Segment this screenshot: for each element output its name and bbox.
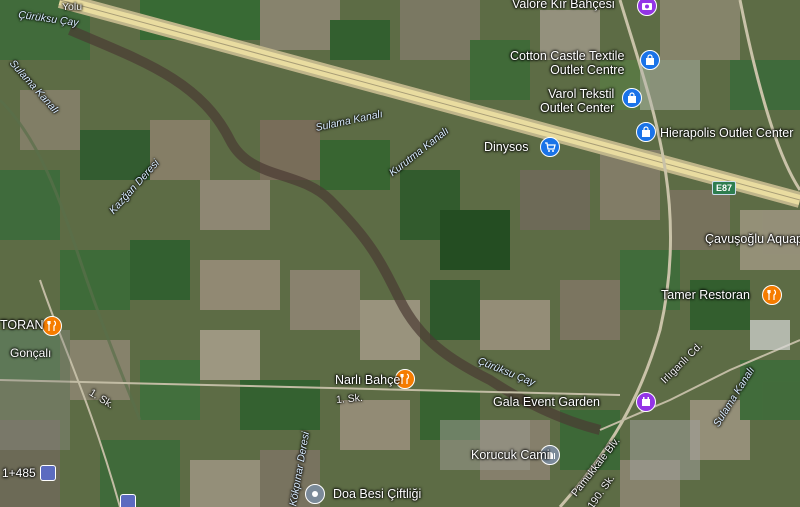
hierapolis-shopping-bag-icon[interactable] (636, 122, 656, 142)
varol-poi-label[interactable]: Varol Tekstil Outlet Center (540, 87, 614, 115)
cavusoglu-poi-label[interactable]: Çavuşoğlu Aquapark (705, 232, 800, 246)
gala-poi-label[interactable]: Gala Event Garden (493, 395, 600, 409)
dinysos-shopping-cart-icon[interactable] (540, 137, 560, 157)
toran-restaurant-icon[interactable] (42, 316, 62, 336)
transit-stop-icon[interactable] (40, 465, 56, 481)
tamer-poi-label[interactable]: Tamer Restoran (661, 288, 750, 302)
valore-poi-label[interactable]: Valore Kır Bahçesi (512, 0, 615, 11)
km-marker-label: 1+485 (2, 466, 36, 480)
satellite-imagery (0, 0, 800, 507)
gala-event-icon[interactable] (636, 392, 656, 412)
cotton-shopping-bag-icon[interactable] (640, 50, 660, 70)
doa-place-icon[interactable] (305, 484, 325, 504)
tamer-restaurant-icon[interactable] (762, 285, 782, 305)
narli-poi-label[interactable]: Narlı Bahçe (335, 373, 400, 387)
map-canvas[interactable]: Yolu E87 Çürüksu Çay Sulama Kanalı Sulam… (0, 0, 800, 507)
korucuk-poi-label[interactable]: Korucuk Cami (471, 448, 550, 462)
highway-label: Yolu (62, 1, 83, 13)
e87-shield: E87 (712, 181, 737, 195)
transit-stop-icon-2[interactable] (120, 494, 136, 507)
cotton-poi-label[interactable]: Cotton Castle Textile Outlet Centre (510, 49, 624, 77)
sk-1-label-mid: 1. Sk. (335, 391, 364, 407)
varol-shopping-bag-icon[interactable] (622, 88, 642, 108)
hierapolis-poi-label[interactable]: Hierapolis Outlet Center (660, 126, 793, 140)
doa-poi-label[interactable]: Doa Besi Çiftliği (333, 487, 421, 501)
toran-poi-label[interactable]: TORAN (0, 318, 44, 332)
dinysos-poi-label[interactable]: Dinysos (484, 140, 528, 154)
goncali-label: Gonçalı (10, 346, 52, 360)
